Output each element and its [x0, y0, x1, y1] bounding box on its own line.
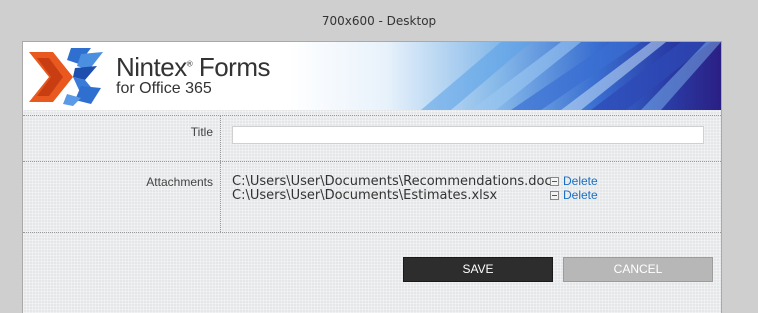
- device-preview-label: 700x600 - Desktop: [321, 14, 437, 28]
- attachments-row: Attachments C:\Users\User\Documents\Reco…: [23, 161, 721, 232]
- delete-attachment-button[interactable]: Delete: [550, 188, 598, 202]
- title-input[interactable]: [232, 126, 704, 144]
- delete-link[interactable]: Delete: [563, 174, 598, 188]
- title-row: Title: [23, 115, 721, 161]
- save-button[interactable]: SAVE: [403, 257, 553, 282]
- collapse-minus-icon: [550, 190, 559, 200]
- empty-row: [23, 232, 721, 256]
- header-banner: Nintex® Forms for Office 365: [23, 42, 721, 110]
- attachment-path: C:\Users\User\Documents\Estimates.xlsx: [232, 188, 498, 203]
- brand-title: Nintex® Forms: [116, 52, 271, 82]
- title-label: Title: [190, 125, 213, 139]
- cancel-button[interactable]: CANCEL: [563, 257, 713, 282]
- form-canvas: Nintex® Forms for Office 365 Title Attac…: [22, 41, 722, 313]
- brand-product: Forms: [198, 52, 271, 82]
- collapse-minus-icon: [550, 176, 559, 186]
- row-divider: [220, 162, 221, 232]
- nintex-logo-icon: [29, 48, 103, 106]
- attachments-label: Attachments: [146, 175, 213, 189]
- delete-link[interactable]: Delete: [563, 188, 598, 202]
- delete-attachment-button[interactable]: Delete: [550, 174, 598, 188]
- banner-streaks-graphic: [421, 42, 721, 110]
- brand-name: Nintex: [116, 52, 187, 82]
- attachment-path: C:\Users\User\Documents\Recommendations.…: [232, 174, 560, 189]
- brand-subtitle: for Office 365: [116, 80, 212, 97]
- row-divider: [220, 116, 221, 161]
